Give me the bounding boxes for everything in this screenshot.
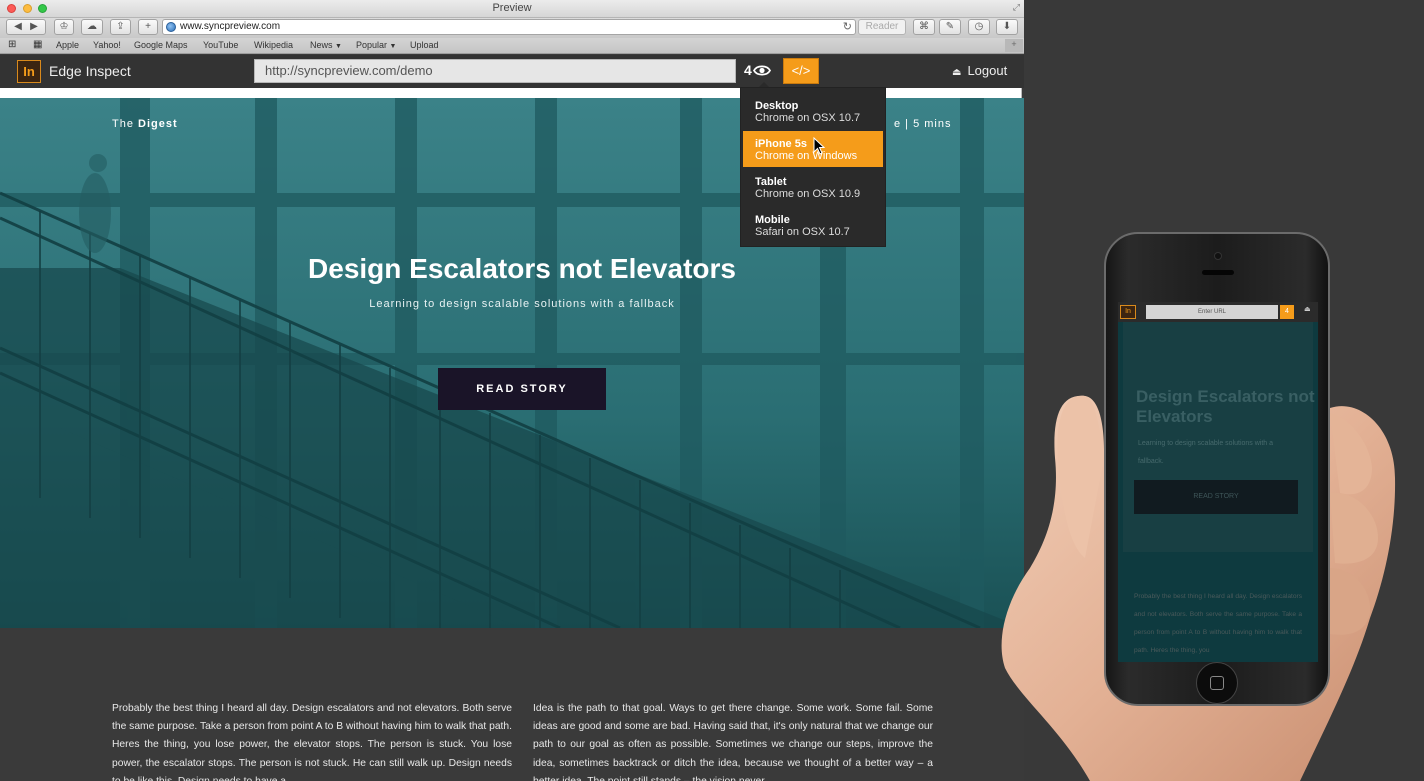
- hero-headline: Design Escalators not Elevators: [308, 253, 736, 284]
- mobile-url-input[interactable]: Enter URL: [1146, 305, 1278, 319]
- home-square-icon: [1210, 676, 1224, 690]
- bookmark-youtube[interactable]: YouTube: [203, 40, 238, 50]
- browser-toolbar: ◀ ▶ ♔ ☁ ⇪ + www.syncpreview.com ↻ Reader…: [0, 18, 1024, 38]
- device-browser: Safari on OSX 10.7: [755, 226, 850, 238]
- mobile-read-story-button[interactable]: READ STORY: [1134, 480, 1298, 514]
- bookmark-news-label: News: [310, 40, 333, 50]
- brand-name: Digest: [138, 118, 178, 130]
- logout-button[interactable]: ⏏ Logout: [952, 63, 1007, 78]
- iphone-device: In Enter URL 4 ⏏ Design Escalators not E…: [1104, 232, 1330, 706]
- bookmark-popular[interactable]: Popular ▼: [356, 40, 396, 50]
- device-count[interactable]: 4: [744, 62, 752, 78]
- mobile-headline: Design Escalators not Elevators: [1136, 387, 1315, 426]
- fullscreen-icon[interactable]: ⤢: [1013, 2, 1020, 13]
- article-column-1: Probably the best thing I heard all day.…: [112, 703, 512, 781]
- app-name: Edge Inspect: [49, 63, 131, 79]
- inspect-icon[interactable]: ⌘: [913, 19, 935, 35]
- hero-subline: Learning to design scalable solutions wi…: [369, 298, 675, 310]
- bookmark-popular-label: Popular: [356, 40, 388, 50]
- reload-icon[interactable]: ↻: [843, 20, 852, 33]
- code-view-button[interactable]: </>: [783, 58, 819, 84]
- mouse-cursor-icon: [813, 137, 825, 155]
- camera-icon: [1214, 252, 1222, 260]
- eject-icon[interactable]: ⏏: [1304, 305, 1311, 313]
- edge-inspect-bar: In Edge Inspect http://syncpreview.com/d…: [0, 55, 1024, 88]
- phone-preview: In Enter URL 4 ⏏ Design Escalators not E…: [1000, 228, 1424, 781]
- mobile-subline: Learning to design scalable solutions wi…: [1138, 440, 1274, 465]
- bookmark-upload[interactable]: Upload: [410, 40, 439, 50]
- share-icon[interactable]: ⇪: [110, 19, 131, 35]
- url-input[interactable]: http://syncpreview.com/demo: [254, 59, 736, 83]
- speaker-grille: [1202, 270, 1234, 275]
- reader-button[interactable]: Reader: [858, 19, 906, 35]
- logout-label: Logout: [967, 63, 1008, 78]
- bookmark-news[interactable]: News ▼: [310, 40, 342, 50]
- top-sites-icon[interactable]: ♔: [54, 19, 74, 35]
- address-bar[interactable]: www.syncpreview.com ↻: [162, 19, 856, 35]
- device-name: Mobile: [755, 214, 790, 226]
- screen: Preview ⤢ ◀ ▶ ♔ ☁ ⇪ + www.syncpreview.co…: [0, 0, 1424, 781]
- home-button[interactable]: [1196, 662, 1238, 704]
- mobile-device-count[interactable]: 4: [1280, 305, 1294, 319]
- phone-screen: In Enter URL 4 ⏏ Design Escalators not E…: [1118, 302, 1318, 662]
- read-story-button[interactable]: READ STORY: [438, 368, 606, 410]
- device-item-mobile[interactable]: Mobile Safari on OSX 10.7: [743, 207, 883, 243]
- globe-icon: [166, 22, 176, 32]
- eye-icon[interactable]: [753, 64, 771, 77]
- add-bookmark-icon[interactable]: +: [1005, 39, 1023, 52]
- edit-icon[interactable]: ✎: [939, 19, 961, 35]
- brand-prefix: The: [112, 118, 134, 130]
- address-text: www.syncpreview.com: [180, 21, 281, 32]
- device-dropdown: Desktop Chrome on OSX 10.7 iPhone 5s Chrom…: [740, 87, 886, 247]
- edge-inspect-logo: In: [17, 60, 41, 83]
- chevron-down-icon: ▼: [389, 43, 397, 50]
- read-time: e | 5 mins: [894, 118, 952, 130]
- eject-icon: ⏏: [952, 67, 962, 78]
- bookmark-apple[interactable]: Apple: [56, 40, 79, 50]
- mobile-edge-logo: In: [1120, 305, 1136, 319]
- article-column-2: Idea is the path to that goal. Ways to g…: [533, 703, 933, 781]
- device-item-desktop[interactable]: Desktop Chrome on OSX 10.7: [743, 93, 883, 129]
- icloud-icon[interactable]: ☁: [81, 19, 103, 35]
- article-body: Probably the best thing I heard all day.…: [0, 628, 1024, 781]
- bookmarks-bar: ⊞ ▦ Apple Yahoo! Google Maps YouTube Wik…: [0, 38, 1024, 54]
- chevron-down-icon: ▼: [335, 43, 342, 50]
- mobile-edge-bar: In Enter URL 4 ⏏: [1118, 302, 1318, 322]
- reading-list-icon[interactable]: ⊞: [8, 39, 16, 50]
- grid-icon[interactable]: ▦: [33, 39, 42, 50]
- device-browser: Chrome on OSX 10.7: [755, 112, 861, 124]
- site-brand[interactable]: The Digest: [112, 118, 178, 130]
- download-icon[interactable]: ⬇: [996, 19, 1018, 35]
- back-forward-buttons[interactable]: ◀ ▶: [6, 19, 46, 35]
- bookmark-google-maps[interactable]: Google Maps: [134, 40, 188, 50]
- device-browser: Chrome on OSX 10.9: [755, 188, 861, 200]
- bookmark-wikipedia[interactable]: Wikipedia: [254, 40, 293, 50]
- window-title: Preview: [492, 2, 532, 14]
- new-tab-icon[interactable]: +: [138, 19, 158, 35]
- title-bar: Preview ⤢: [0, 0, 1024, 18]
- device-name: Tablet: [755, 176, 787, 188]
- device-item-tablet[interactable]: Tablet Chrome on OSX 10.9: [743, 169, 883, 205]
- history-icon[interactable]: ◷: [968, 19, 990, 35]
- bookmark-yahoo[interactable]: Yahoo!: [93, 40, 121, 50]
- device-name: Desktop: [755, 100, 799, 112]
- browser-window: Preview ⤢ ◀ ▶ ♔ ☁ ⇪ + www.syncpreview.co…: [0, 0, 1024, 781]
- mobile-article-text: Probably the best thing I heard all day.…: [1134, 593, 1302, 654]
